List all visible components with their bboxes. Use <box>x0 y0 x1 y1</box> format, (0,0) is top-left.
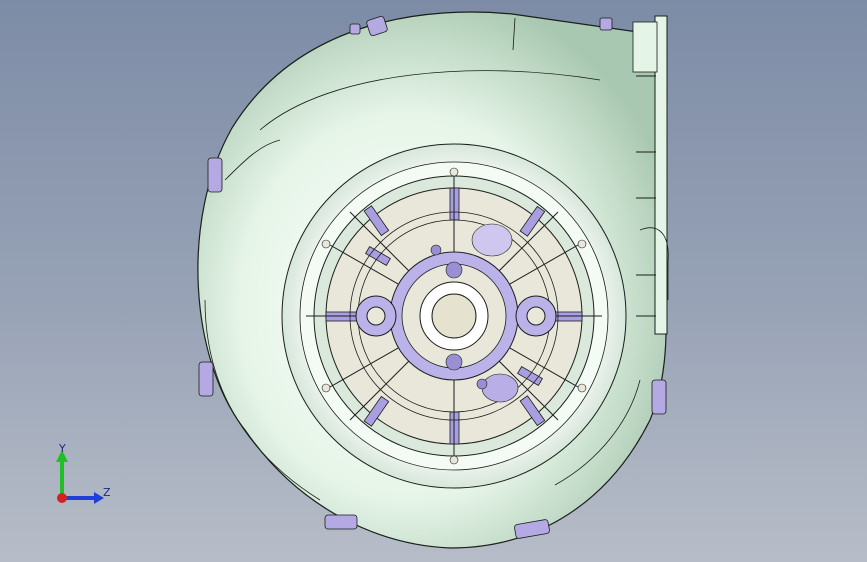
coordinate-triad <box>56 450 104 504</box>
3d-viewport[interactable]: Y Z <box>0 0 867 562</box>
blower-model[interactable] <box>0 0 867 562</box>
x-axis-dot-icon <box>57 493 67 503</box>
triad-y-label: Y <box>59 442 66 455</box>
shaft-bore[interactable] <box>431 293 477 339</box>
balance-weight-lower <box>481 373 519 403</box>
triad-z-label: Z <box>103 486 111 499</box>
balance-weight <box>471 223 513 257</box>
